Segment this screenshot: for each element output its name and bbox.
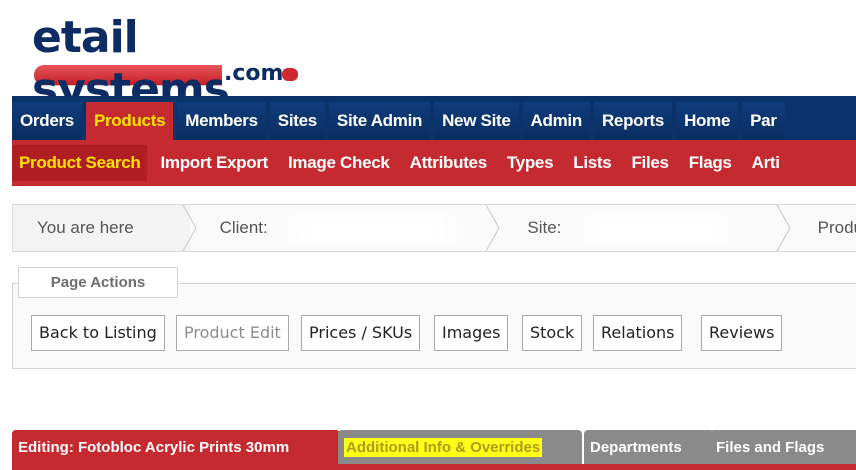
main-nav-new-site[interactable]: New Site [434,102,519,140]
sub-nav-product-search[interactable]: Product Search [12,145,148,181]
tab-additional-info-overrides-label: Additional Info & Overrides [344,438,543,457]
sub-nav: Product Search Import Export Image Check… [12,140,856,186]
breadcrumb-site[interactable]: Site: [493,205,791,251]
etail-systems-logo[interactable]: etail systems .com [30,12,310,115]
tab-departments-label: Departments [590,439,682,456]
breadcrumb-product[interactable]: Produ [784,205,856,251]
main-nav-reports[interactable]: Reports [593,102,673,140]
reviews-button[interactable]: Reviews [701,315,783,351]
main-nav-members[interactable]: Members [177,102,266,140]
breadcrumb-site-label: Site: [527,218,562,237]
prices-skus-button[interactable]: Prices / SKUs [301,315,421,351]
product-edit-button[interactable]: Product Edit [176,315,289,351]
sub-nav-arti[interactable]: Arti [745,145,787,181]
breadcrumb-client-label: Client: [219,218,268,237]
main-nav: Orders Products Members Sites Site Admin… [12,96,856,140]
breadcrumb-product-label: Produ [817,218,856,237]
breadcrumb-you-are-here: You are here [13,205,197,251]
tab-files-and-flags-label: Files and Flags [716,439,825,456]
logo-dot [282,68,298,81]
page-actions-legend: Page Actions [18,267,178,298]
tab-editing-product-label: Editing: Fotobloc Acrylic Prints 30mm [18,439,290,456]
relations-button[interactable]: Relations [593,315,683,351]
breadcrumb-client[interactable]: Client: [190,205,501,251]
breadcrumb: You are here Client: Site: Produ [12,204,856,252]
sub-nav-import-export[interactable]: Import Export [153,145,275,181]
sub-nav-attributes[interactable]: Attributes [403,145,494,181]
breadcrumb-site-value-redacted [566,214,747,243]
sub-nav-image-check[interactable]: Image Check [281,145,397,181]
breadcrumb-client-value-redacted [272,214,473,243]
sub-nav-flags[interactable]: Flags [682,145,739,181]
stock-button[interactable]: Stock [522,315,583,351]
sub-nav-files[interactable]: Files [624,145,675,181]
main-nav-sites[interactable]: Sites [269,102,325,140]
main-nav-site-admin[interactable]: Site Admin [328,102,431,140]
main-nav-admin[interactable]: Admin [522,102,590,140]
sub-nav-lists[interactable]: Lists [566,145,618,181]
main-nav-products[interactable]: Products [85,102,174,140]
logo-suffix-text: .com [222,61,286,87]
main-nav-home[interactable]: Home [676,102,739,140]
editing-tabs-underline [12,464,856,470]
images-button[interactable]: Images [434,315,509,351]
main-nav-orders[interactable]: Orders [12,102,82,140]
back-to-listing-button[interactable]: Back to Listing [31,315,165,351]
sub-nav-types[interactable]: Types [500,145,560,181]
breadcrumb-you-are-here-label: You are here [37,218,134,237]
main-nav-par[interactable]: Par [742,102,785,140]
